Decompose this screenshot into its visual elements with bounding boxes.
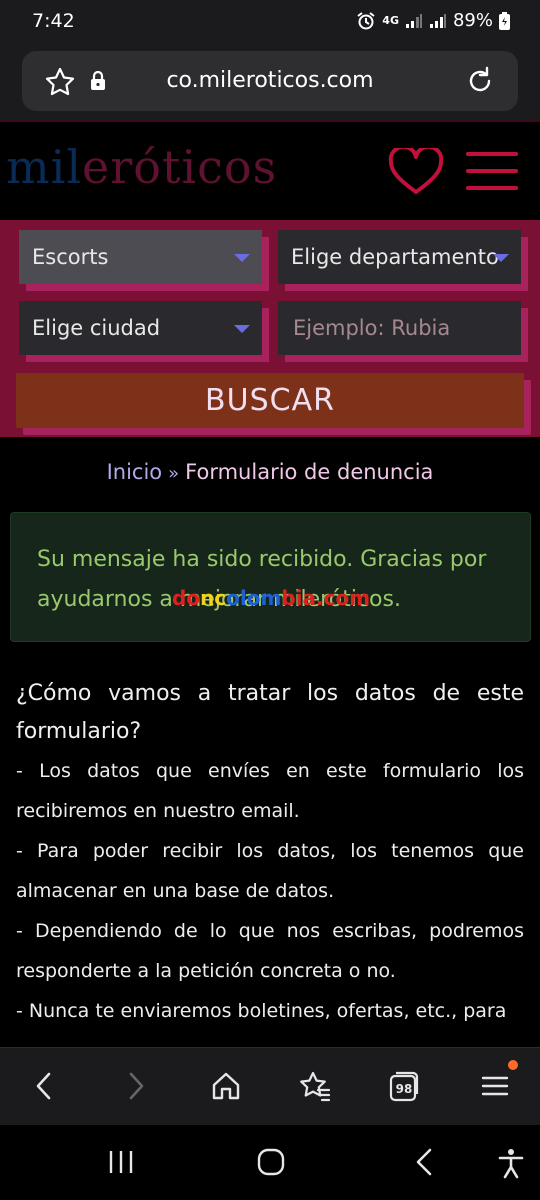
site-logo[interactable]: mileróticos <box>6 140 277 194</box>
tabs-count: 98 <box>395 1082 413 1096</box>
back-chevron-icon[interactable] <box>410 1147 440 1181</box>
notification-dot <box>508 1060 518 1070</box>
accessibility-icon[interactable] <box>496 1147 526 1183</box>
department-select[interactable]: Elige departamento <box>278 230 521 284</box>
breadcrumb-current: Formulario de denuncia <box>185 460 434 484</box>
list-item: - Para poder recibir los datos, los tene… <box>16 840 524 902</box>
search-button[interactable]: BUSCAR <box>16 373 524 428</box>
system-nav-bar <box>0 1125 540 1200</box>
menu-icon[interactable] <box>480 1070 510 1106</box>
signal-icon-2 <box>429 13 447 29</box>
breadcrumb: Inicio» Formulario de denuncia <box>0 460 540 484</box>
site-header: mileróticos <box>0 120 540 222</box>
content-heading: ¿Cómo vamos a tratar los datos de este f… <box>16 681 524 744</box>
signal-icon <box>405 13 423 29</box>
reload-icon[interactable] <box>464 65 496 101</box>
back-icon[interactable] <box>30 1070 58 1106</box>
chevron-down-icon <box>234 254 250 262</box>
status-bar: 7:42 4G 89% <box>0 0 540 44</box>
recents-icon[interactable] <box>106 1147 136 1181</box>
city-select[interactable]: Elige ciudad <box>19 301 262 355</box>
watermark: doncolombia.com <box>172 586 371 610</box>
browser-bottom-nav: 98 <box>0 1047 540 1126</box>
forward-icon[interactable] <box>122 1070 150 1106</box>
url-text[interactable]: co.mileroticos.com <box>22 68 518 93</box>
chevron-down-icon <box>493 254 509 262</box>
address-bar[interactable]: co.mileroticos.com <box>22 51 518 111</box>
heart-icon[interactable] <box>388 144 444 200</box>
success-notice: Su mensaje ha sido recibido. Gracias por… <box>10 512 531 642</box>
category-select[interactable]: Escorts <box>19 230 262 284</box>
battery-level: 89% <box>452 10 493 31</box>
hamburger-menu-icon[interactable] <box>466 152 518 203</box>
privacy-content: ¿Cómo vamos a tratar los datos de este f… <box>16 675 524 1031</box>
breadcrumb-separator: » <box>168 463 180 484</box>
browser-toolbar: co.mileroticos.com <box>0 44 540 120</box>
list-item: - Dependiendo de lo que nos escribas, po… <box>16 920 524 982</box>
battery-icon <box>499 11 510 30</box>
home-circle-icon[interactable] <box>256 1147 286 1181</box>
list-item: - Nunca te enviaremos boletines, ofertas… <box>16 1000 507 1022</box>
search-panel: Escorts Elige departamento Elige ciudad … <box>0 220 540 437</box>
home-icon[interactable] <box>210 1070 242 1106</box>
keyword-input[interactable]: Ejemplo: Rubia <box>278 301 521 355</box>
alarm-icon <box>356 11 376 31</box>
status-time: 7:42 <box>32 10 75 32</box>
bookmarks-icon[interactable] <box>298 1070 332 1106</box>
chevron-down-icon <box>234 325 250 333</box>
list-item: - Los datos que envíes en este formulari… <box>16 760 524 822</box>
breadcrumb-home-link[interactable]: Inicio <box>107 460 163 484</box>
status-indicators: 4G 89% <box>356 10 510 31</box>
network-type: 4G <box>382 13 399 27</box>
